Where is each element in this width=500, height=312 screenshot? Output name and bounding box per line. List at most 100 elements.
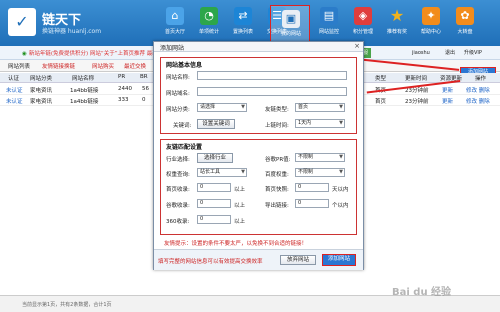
logout-link[interactable]: 退出 [442, 48, 458, 58]
tool-wheel[interactable]: ✿ 大转盘 [448, 3, 482, 43]
online-time-value: 1天内 [298, 120, 312, 126]
tool-home[interactable]: ⌂ 首页大厅 [158, 3, 192, 43]
points-icon: ◈ [354, 7, 372, 25]
bell-icon: ◉ [22, 51, 27, 57]
logo-icon: ✓ [8, 8, 36, 36]
username: jiaoshu [412, 50, 430, 56]
tool-monitor[interactable]: ▤ 网站监控 [312, 3, 346, 43]
tool-exchange[interactable]: ⇄ 置换列表 [226, 3, 260, 43]
ops-links[interactable]: 修改 删除 [466, 86, 490, 94]
chevron-down-icon: ▼ [339, 169, 343, 175]
tool-recommend[interactable]: ★ 推荐有奖 [380, 3, 414, 43]
chevron-down-icon: ▼ [339, 154, 343, 160]
cell-pr: 333 [118, 97, 129, 103]
chart-icon: ◔ [200, 7, 218, 25]
status-text: 当前显示第1页，共有2条数据，合计1页 [22, 302, 112, 308]
snapshot-unit: 天以内 [332, 187, 349, 193]
col-category: 网站分类 [30, 76, 53, 82]
tab-recent[interactable]: 最近交换 [124, 62, 146, 70]
baidu-index-label: 首页收录: [166, 187, 190, 193]
outlinks-label: 导出链接: [265, 203, 289, 209]
outlinks-unit: 个以内 [332, 203, 349, 209]
chevron-down-icon: ▼ [241, 104, 245, 110]
site-name-label: 网站名称: [166, 75, 190, 81]
chevron-down-icon: ▼ [339, 120, 343, 126]
snapshot-input[interactable]: 0 [295, 183, 329, 192]
footer-note: 填写完整的网站信息可以有效提高交换效率 [158, 259, 263, 265]
baidu-index-unit: 以上 [234, 187, 246, 193]
weight-select[interactable]: 站长工具 ▼ [197, 168, 247, 177]
gift-icon: ✿ [456, 7, 474, 25]
google-pr-label: 谷歌PR值: [265, 157, 291, 163]
tool-stats[interactable]: ◔ 单项统计 [192, 3, 226, 43]
url-input[interactable] [197, 87, 347, 96]
google-index-unit: 以上 [234, 203, 246, 209]
cell-category: 家电资讯 [30, 99, 53, 105]
notice-text[interactable]: ◉ 新站年链(免费提供积分) 网站“关于”上首页推荐 最新公告 [22, 49, 169, 57]
col-pr: PR [118, 74, 126, 80]
dialog-titlebar: 添加网站 × [154, 42, 363, 52]
industry-label: 行业选择: [166, 157, 190, 163]
choose-industry-button[interactable]: 选择行业 [197, 153, 233, 163]
match-settings-section: 友链匹配设置 行业选择: 选择行业 谷歌PR值: 不限制 ▼ 权重查询: 站长工具… [160, 139, 357, 235]
tool-points[interactable]: ◈ 积分管理 [346, 3, 380, 43]
weight-label: 权重查询: [166, 172, 190, 178]
col-time: 更新时间 [405, 76, 428, 82]
s360-label: 360收录: [166, 219, 190, 225]
online-time-select[interactable]: 1天内 ▼ [295, 119, 345, 128]
cancel-button[interactable]: 放弃网站 [280, 255, 316, 265]
tool-my-site[interactable]: ▣ 我的网站 [270, 5, 310, 43]
star-icon: ★ [389, 6, 405, 25]
google-pr-select[interactable]: 不限制 ▼ [295, 153, 345, 162]
verify-link[interactable]: 未认证 [6, 97, 23, 105]
tab-friend-links[interactable]: 友情链接换链 [42, 62, 75, 70]
google-index-input[interactable]: 0 [197, 199, 231, 208]
chevron-down-icon: ▼ [241, 169, 245, 175]
weight-value: 站长工具 [200, 169, 221, 175]
col-name: 网站名称 [72, 76, 95, 82]
link-type-value: 首页 [298, 104, 309, 110]
baidu-weight-value: 不限制 [298, 169, 314, 175]
category-value: 请选择 [200, 104, 216, 110]
tool-label: 首页大厅 [164, 29, 185, 35]
tool-label: 积分管理 [352, 29, 373, 35]
baidu-index-input[interactable]: 0 [197, 183, 231, 192]
home-icon: ⌂ [166, 7, 184, 25]
ops-links[interactable]: 修改 删除 [466, 97, 490, 105]
category-label: 网站分类: [166, 107, 190, 113]
update-link[interactable]: 更新 [442, 86, 453, 94]
tip-text: 友情提示：设置的条件不要太严，以免换不到合适的链接！ [164, 241, 308, 247]
close-icon[interactable]: × [354, 42, 360, 50]
update-link[interactable]: 更新 [442, 97, 453, 105]
category-select[interactable]: 请选择 ▼ [197, 103, 247, 112]
baidu-weight-select[interactable]: 不限制 ▼ [295, 168, 345, 177]
s360-input[interactable]: 0 [197, 215, 231, 224]
tool-label: 帮助中心 [420, 29, 441, 35]
site-name-input[interactable] [197, 71, 347, 80]
cell-name: 1a4bb链接 [70, 88, 99, 94]
outlinks-input[interactable]: 0 [295, 199, 329, 208]
verify-link[interactable]: 未认证 [6, 86, 23, 94]
monitor-icon: ▤ [320, 7, 338, 25]
set-keyword-button[interactable]: 设置关键词 [197, 119, 235, 129]
cell-br: 0 [142, 97, 146, 103]
section-title: 网站基本信息 [166, 62, 203, 69]
url-label: 网站域名: [166, 91, 190, 97]
cell-br: 56 [142, 86, 149, 92]
dialog-title: 添加网站 [160, 45, 185, 52]
tool-help[interactable]: ✦ 帮助中心 [414, 3, 448, 43]
tab-site-list[interactable]: 网站列表 [8, 62, 30, 70]
chevron-down-icon: ▼ [339, 104, 343, 110]
cell-name: 1a4bb链接 [70, 99, 99, 105]
link-type-select[interactable]: 首页 ▼ [295, 103, 345, 112]
cell-type: 首页 [375, 99, 387, 105]
submit-add-site-button[interactable]: 添加网站 [322, 254, 356, 266]
tab-buy-site[interactable]: 网站购买 [92, 62, 114, 70]
logo-subtitle: 换链神器 huanlj.com [42, 28, 102, 35]
col-type: 类型 [375, 76, 387, 82]
upgrade-link[interactable]: 升级VIP [461, 48, 485, 58]
cell-pr: 2440 [118, 86, 132, 92]
s360-unit: 以上 [234, 219, 246, 225]
tool-label: 大转盘 [457, 29, 473, 35]
snapshot-label: 首页快照: [265, 187, 289, 193]
